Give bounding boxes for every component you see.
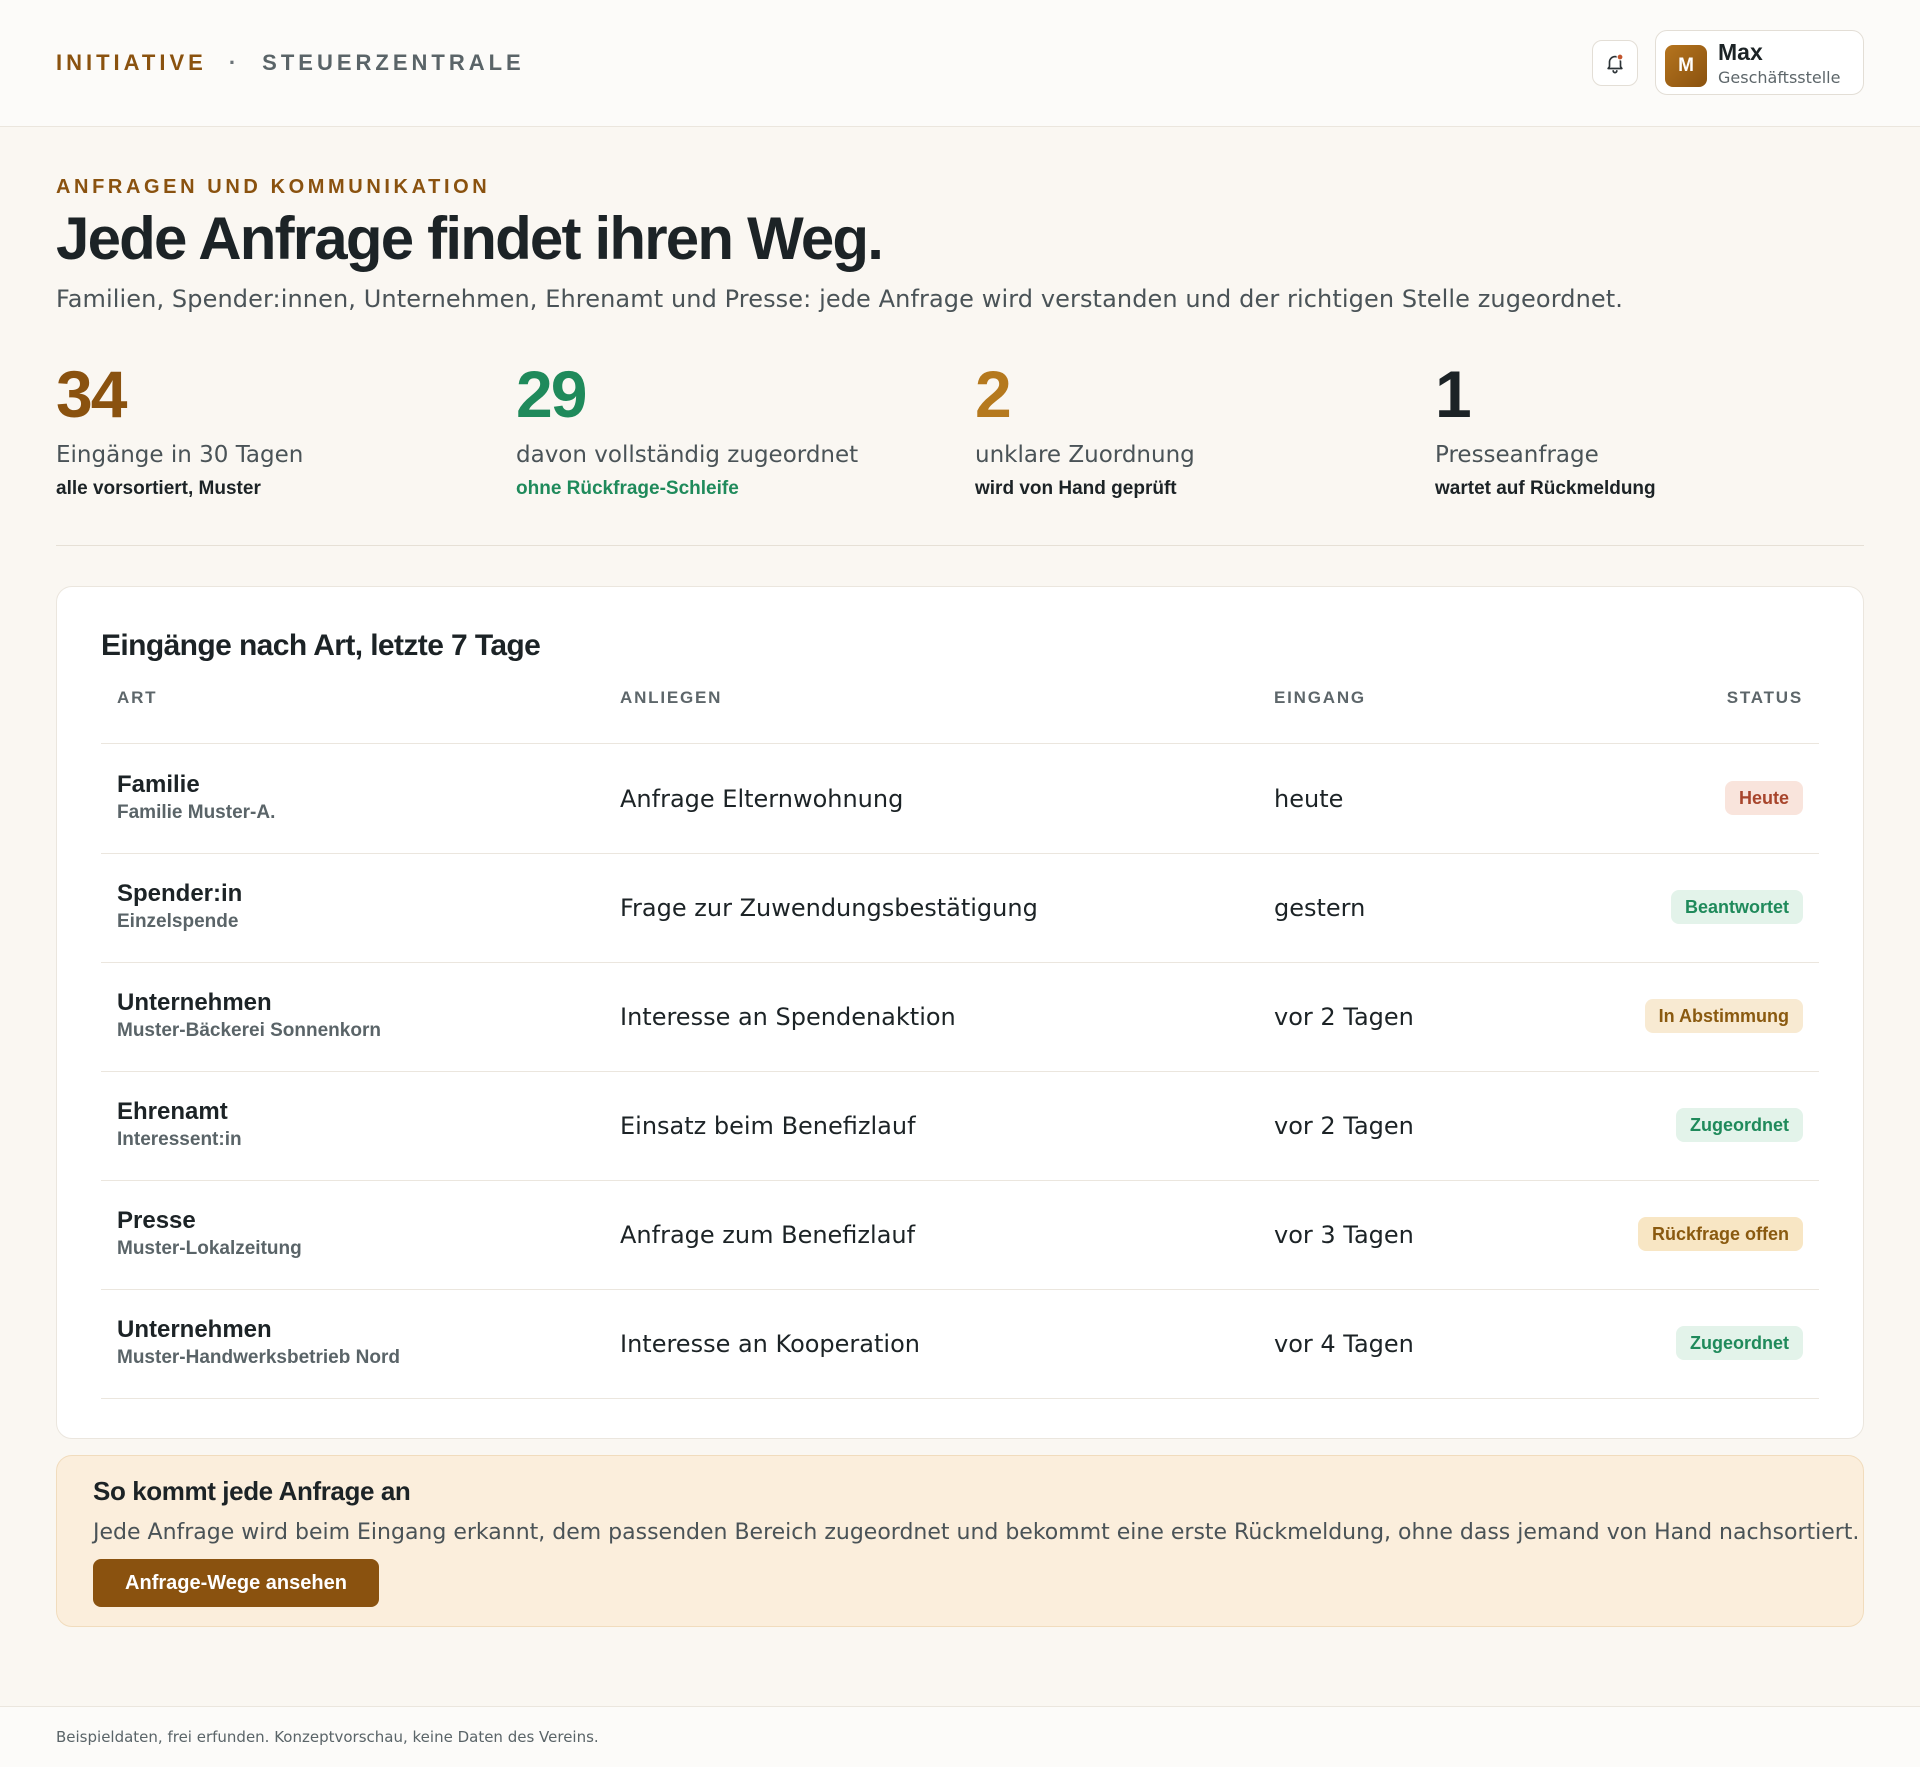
footer-disclaimer: Beispieldaten, frei erfunden. Konzeptvor…	[56, 1728, 599, 1746]
art-cell: Spender:in Einzelspende	[117, 880, 242, 934]
avatar: M	[1665, 45, 1707, 87]
notifications-button[interactable]	[1592, 40, 1638, 86]
column-header-art: ART	[117, 688, 158, 707]
kpi-note: alle vorsortiert, Muster	[56, 478, 261, 499]
art-type: Spender:in	[117, 880, 243, 907]
table-row[interactable]: Familie Familie Muster-A. Anfrage Eltern…	[101, 745, 1819, 854]
eingang-cell: vor 2 Tagen	[1274, 1003, 1414, 1031]
kpi-value: 34	[56, 357, 127, 431]
art-type: Unternehmen	[117, 1316, 272, 1343]
kpi-eingaenge: 34 Eingänge in 30 Tagen alle vorsortiert…	[56, 358, 496, 500]
art-type: Presse	[117, 1207, 196, 1234]
divider	[56, 545, 1864, 546]
kpi-label: unklare Zuordnung	[975, 442, 1195, 468]
column-header-status: STATUS	[1726, 688, 1803, 707]
art-cell: Unternehmen Muster-Handwerksbetrieb Nord	[117, 1316, 400, 1370]
inbox-card: Eingänge nach Art, letzte 7 Tage ART ANL…	[56, 586, 1864, 1439]
art-sender: Muster-Bäckerei Sonnenkorn	[117, 1020, 381, 1041]
anliegen-cell: Frage zur Zuwendungsbestätigung	[620, 894, 1038, 922]
page-subtitle: Familien, Spender:innen, Unternehmen, Eh…	[56, 285, 1623, 313]
eingang-cell: vor 2 Tagen	[1274, 1112, 1414, 1140]
table-row[interactable]: Presse Muster-Lokalzeitung Anfrage zum B…	[101, 1181, 1819, 1290]
anliegen-cell: Anfrage Elternwohnung	[620, 785, 904, 813]
status-badge: Zugeordnet	[1676, 1326, 1803, 1360]
kpi-note: ohne Rückfrage-Schleife	[516, 478, 739, 499]
anliegen-cell: Interesse an Kooperation	[620, 1330, 920, 1358]
status-badge: In Abstimmung	[1644, 999, 1803, 1033]
art-sender: Muster-Handwerksbetrieb Nord	[117, 1347, 400, 1368]
status-badge: Beantwortet	[1670, 890, 1803, 924]
art-type: Familie	[117, 771, 200, 798]
eingang-cell: gestern	[1274, 894, 1366, 922]
art-cell: Unternehmen Muster-Bäckerei Sonnenkorn	[117, 989, 381, 1043]
kpi-value: 29	[516, 357, 587, 431]
status-badge: Rückfrage offen	[1637, 1217, 1803, 1251]
brand-separator: ·	[228, 50, 241, 75]
kpi-label: Eingänge in 30 Tagen	[56, 442, 304, 468]
art-type: Unternehmen	[117, 989, 272, 1016]
art-cell: Familie Familie Muster-A.	[117, 771, 275, 825]
anliegen-cell: Interesse an Spendenaktion	[620, 1003, 956, 1031]
eingang-cell: heute	[1274, 785, 1344, 813]
art-sender: Familie Muster-A.	[117, 802, 276, 823]
kpi-label: davon vollständig zugeordnet	[516, 442, 859, 468]
status-badge: Zugeordnet	[1676, 1108, 1803, 1142]
table-row[interactable]: Ehrenamt Interessent:in Einsatz beim Ben…	[101, 1072, 1819, 1181]
bell-icon	[1607, 53, 1624, 74]
art-cell: Presse Muster-Lokalzeitung	[117, 1207, 302, 1261]
section-eyebrow: ANFRAGEN UND KOMMUNIKATION	[56, 176, 491, 198]
kpi-note: wird von Hand geprüft	[975, 478, 1177, 499]
kpi-zugeordnet: 29 davon vollständig zugeordnet ohne Rüc…	[516, 358, 956, 500]
table-row[interactable]: Unternehmen Muster-Bäckerei Sonnenkorn I…	[101, 963, 1819, 1072]
status-badge: Heute	[1724, 781, 1803, 815]
brand-secondary: STEUERZENTRALE	[262, 50, 525, 75]
eingang-cell: vor 3 Tagen	[1274, 1221, 1414, 1249]
art-cell: Ehrenamt Interessent:in	[117, 1098, 242, 1152]
view-request-paths-button[interactable]: Anfrage-Wege ansehen	[93, 1559, 379, 1607]
user-role: Geschäftsstelle	[1718, 68, 1841, 87]
column-header-anliegen: ANLIEGEN	[620, 688, 723, 707]
art-sender: Muster-Lokalzeitung	[117, 1238, 302, 1259]
info-callout: So kommt jede Anfrage an Jede Anfrage wi…	[56, 1455, 1864, 1627]
column-header-eingang: EINGANG	[1274, 688, 1366, 707]
user-menu[interactable]: M Max Geschäftsstelle	[1655, 30, 1864, 95]
kpi-note: wartet auf Rückmeldung	[1435, 478, 1656, 499]
kpi-label: Presseanfrage	[1435, 442, 1599, 468]
top-bar: INITIATIVE · STEUERZENTRALE M Max Geschä…	[0, 0, 1920, 127]
art-sender: Interessent:in	[117, 1129, 242, 1150]
kpi-unklar: 2 unklare Zuordnung wird von Hand geprüf…	[975, 358, 1415, 500]
footer: Beispieldaten, frei erfunden. Konzeptvor…	[0, 1706, 1920, 1767]
kpi-presse: 1 Presseanfrage wartet auf Rückmeldung	[1435, 358, 1875, 500]
brand[interactable]: INITIATIVE · STEUERZENTRALE	[56, 50, 525, 76]
brand-primary: INITIATIVE	[56, 50, 207, 75]
anliegen-cell: Anfrage zum Benefizlauf	[620, 1221, 916, 1249]
page-title: Jede Anfrage findet ihren Weg.	[56, 205, 884, 272]
eingang-cell: vor 4 Tagen	[1274, 1330, 1414, 1358]
table-row[interactable]: Spender:in Einzelspende Frage zur Zuwend…	[101, 854, 1819, 963]
callout-text: Jede Anfrage wird beim Eingang erkannt, …	[93, 1520, 1860, 1545]
art-type: Ehrenamt	[117, 1098, 228, 1125]
inbox-title: Eingänge nach Art, letzte 7 Tage	[101, 629, 541, 662]
anliegen-cell: Einsatz beim Benefizlauf	[620, 1112, 916, 1140]
art-sender: Einzelspende	[117, 911, 239, 932]
callout-title: So kommt jede Anfrage an	[93, 1476, 411, 1506]
table-row[interactable]: Unternehmen Muster-Handwerksbetrieb Nord…	[101, 1290, 1819, 1399]
table-header: ART ANLIEGEN EINGANG STATUS	[101, 687, 1819, 744]
user-name: Max	[1718, 39, 1763, 65]
kpi-value: 2	[975, 357, 1012, 431]
kpi-value: 1	[1435, 357, 1472, 431]
